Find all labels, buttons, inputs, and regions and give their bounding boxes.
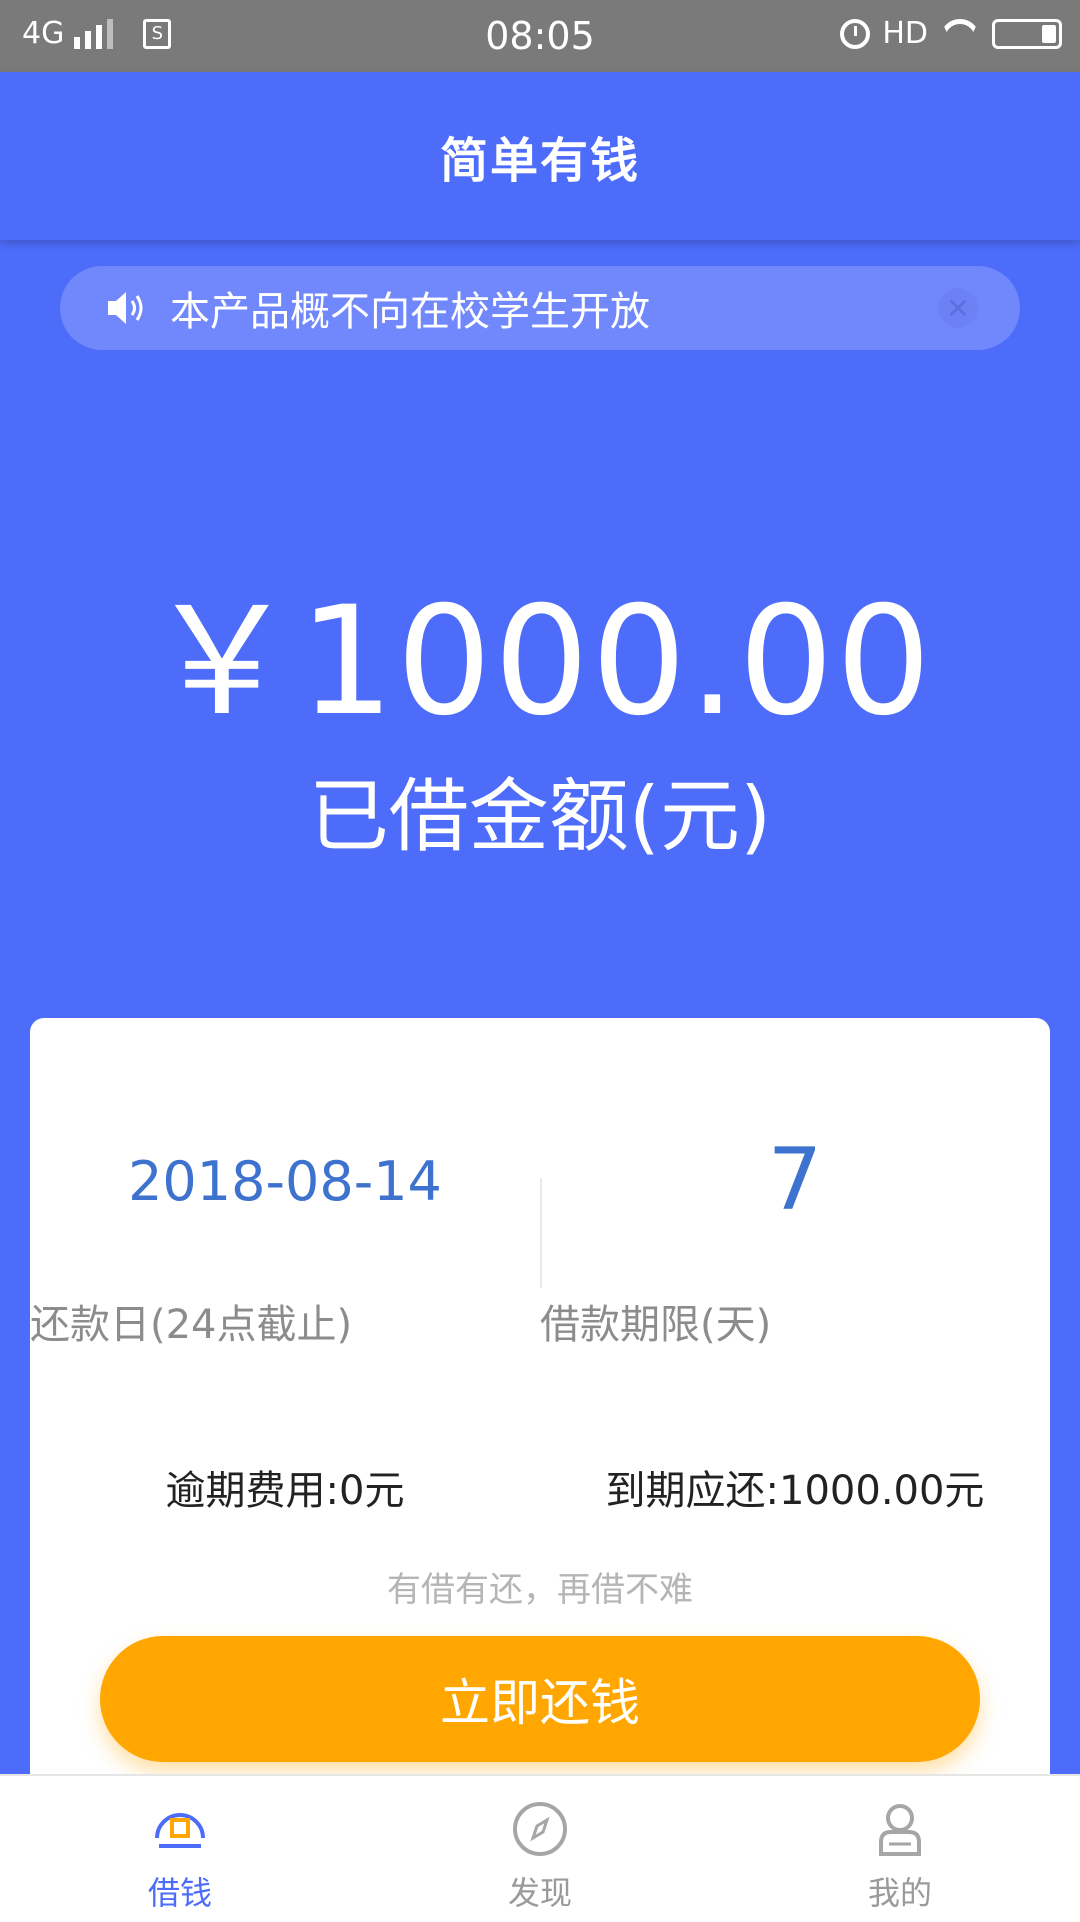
repay-now-button[interactable]: 立即还钱 (100, 1636, 980, 1762)
term-column: 7 (540, 1018, 1050, 1230)
due-date-value: 2018-08-14 (128, 1150, 442, 1213)
tab-discover[interactable]: 发现 (360, 1776, 720, 1922)
term-days-value: 7 (767, 1130, 823, 1230)
status-right: HD (840, 16, 1062, 51)
column-divider (540, 1178, 542, 1288)
tab-borrow[interactable]: 借钱 (0, 1776, 360, 1922)
borrowed-amount: ￥1000.00 (146, 575, 934, 749)
user-icon (879, 1804, 921, 1856)
term-label: 借款期限(天) (540, 1302, 772, 1348)
battery-icon (992, 18, 1062, 49)
speaker-icon (108, 292, 143, 324)
notice-text: 本产品概不向在校学生开放 (170, 289, 650, 335)
close-icon[interactable]: ✕ (938, 288, 978, 328)
borrowed-amount-label: 已借金额(元) (308, 770, 772, 863)
alarm-icon (840, 18, 871, 49)
hd-indicator: HD (882, 16, 928, 51)
tab-label: 发现 (507, 1874, 572, 1912)
tab-label: 借钱 (147, 1874, 212, 1912)
app-header: 简单有钱 (0, 72, 1080, 240)
bottom-tab-bar: 借钱 发现 我的 (0, 1774, 1080, 1922)
page-title: 简单有钱 (439, 133, 640, 189)
slogan: 有借有还，再借不难 (387, 1570, 693, 1610)
tab-mine[interactable]: 我的 (720, 1776, 1080, 1922)
overdue-fee: 逾期费用:0元 (165, 1468, 405, 1514)
borrow-icon (155, 1813, 205, 1848)
compass-icon (513, 1802, 567, 1856)
notice-bar: 本产品概不向在校学生开放 ✕ (60, 266, 1020, 350)
loan-card: 2018-08-14 7 还款日(24点截止) 借款期限(天) 逾期费用:0元 … (30, 1018, 1050, 1838)
due-date-label: 还款日(24点截止) (30, 1302, 353, 1348)
due-date-column: 2018-08-14 (30, 1018, 540, 1213)
tab-label: 我的 (867, 1874, 932, 1912)
due-amount: 到期应还:1000.00元 (605, 1468, 985, 1514)
status-bar: 4G S 08:05 HD (0, 0, 1080, 72)
wifi-icon (940, 19, 980, 49)
